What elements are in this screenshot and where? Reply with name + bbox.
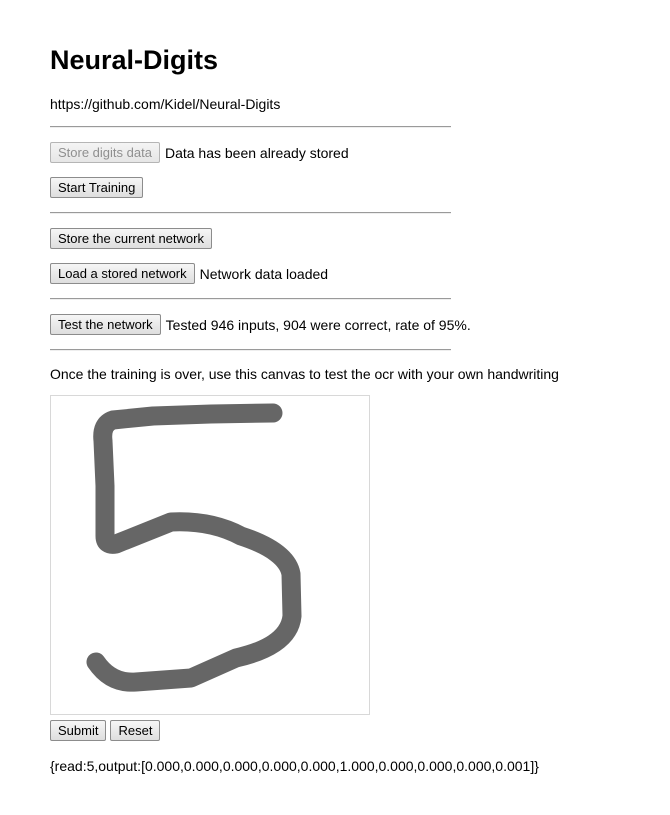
test-network-button[interactable]: Test the network bbox=[50, 314, 161, 335]
submit-button[interactable]: Submit bbox=[50, 720, 107, 741]
divider bbox=[50, 349, 451, 351]
store-digits-status: Data has been already stored bbox=[164, 144, 349, 161]
divider bbox=[50, 126, 451, 128]
start-training-row: Start Training bbox=[50, 177, 144, 198]
page-title: Neural-Digits bbox=[50, 45, 219, 75]
divider bbox=[50, 298, 451, 300]
result-output: {read:5,output:[0.000,0.000,0.000,0.000,… bbox=[50, 758, 539, 774]
handwritten-digit-drawing bbox=[86, 403, 302, 692]
reset-button[interactable]: Reset bbox=[110, 720, 161, 741]
test-result-text: Tested 946 inputs, 904 were correct, rat… bbox=[165, 316, 471, 333]
drawing-canvas[interactable] bbox=[50, 395, 370, 715]
digit-stroke bbox=[86, 403, 302, 692]
store-digits-button[interactable]: Store digits data bbox=[50, 142, 160, 163]
store-digits-row: Store digits data Data has been already … bbox=[50, 142, 349, 163]
divider bbox=[50, 212, 451, 214]
start-training-button[interactable]: Start Training bbox=[50, 177, 144, 198]
canvas-instructions: Once the training is over, use this canv… bbox=[50, 366, 559, 382]
store-network-button[interactable]: Store the current network bbox=[50, 228, 212, 249]
load-network-button[interactable]: Load a stored network bbox=[50, 263, 195, 284]
test-network-row: Test the network Tested 946 inputs, 904 … bbox=[50, 314, 471, 335]
load-network-row: Load a stored network Network data loade… bbox=[50, 263, 328, 284]
canvas-controls: Submit Reset bbox=[50, 720, 161, 741]
load-network-status: Network data loaded bbox=[199, 265, 329, 282]
store-network-row: Store the current network bbox=[50, 228, 212, 249]
repo-link: https://github.com/Kidel/Neural-Digits bbox=[50, 96, 281, 112]
